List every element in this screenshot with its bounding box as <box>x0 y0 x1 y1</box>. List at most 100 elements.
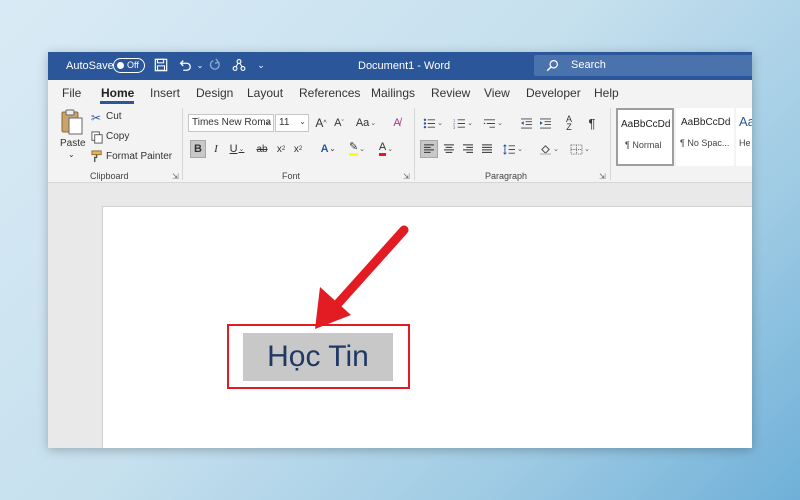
superscript-icon[interactable]: x2 <box>291 140 305 158</box>
style-heading[interactable]: Aa He <box>736 108 752 166</box>
chevron-down-icon: ⌄ <box>387 146 394 153</box>
paragraph-launcher-icon[interactable]: ⇲ <box>599 172 606 181</box>
tab-insert[interactable]: Insert <box>150 86 180 100</box>
font-name-combo[interactable]: Times New Roma ⌄ <box>188 114 274 132</box>
chevron-down-icon: ⌄ <box>359 146 366 153</box>
align-right-icon[interactable] <box>459 140 477 158</box>
borders-icon[interactable]: ⌄ <box>566 140 594 158</box>
search-placeholder: Search <box>571 59 606 71</box>
ribbon: Paste ⌄ ✂ Cut Copy Format Painter Clipbo… <box>48 104 752 183</box>
numbering-icon[interactable]: 1 2 3 ⌄ <box>450 114 476 132</box>
save-icon[interactable] <box>152 56 170 74</box>
format-painter-icon <box>91 150 104 166</box>
multilevel-list-icon[interactable]: ⌄ <box>480 114 506 132</box>
scissors-icon: ✂ <box>91 111 102 125</box>
paste-icon <box>61 109 83 135</box>
chevron-down-icon: ⌄ <box>299 117 306 126</box>
cut-label[interactable]: Cut <box>106 111 122 122</box>
style-no-spacing[interactable]: AaBbCcDd ¶ No Spac... <box>676 108 734 166</box>
redo-icon[interactable] <box>206 56 224 74</box>
shading-icon[interactable]: ⌄ <box>536 140 562 158</box>
tab-mailings[interactable]: Mailings <box>371 86 415 100</box>
group-divider <box>610 108 611 180</box>
format-painter-label[interactable]: Format Painter <box>106 151 172 162</box>
chevron-down-icon: ⌄ <box>517 146 523 153</box>
font-size-combo[interactable]: 11 ⌄ <box>275 114 309 132</box>
style-normal[interactable]: AaBbCcDd ¶ Normal <box>616 108 674 166</box>
show-formatting-icon[interactable]: ¶ <box>585 114 599 132</box>
align-center-icon[interactable] <box>440 140 458 158</box>
tab-file[interactable]: File <box>62 86 81 100</box>
share-network-icon[interactable] <box>230 56 248 74</box>
word-window: AutoSave Off ⌄ ⌄ Document1 - Word Search… <box>48 52 752 448</box>
document-title: Document1 - Word <box>358 60 451 72</box>
tab-view[interactable]: View <box>484 86 510 100</box>
copy-label[interactable]: Copy <box>106 131 129 142</box>
tab-layout[interactable]: Layout <box>247 86 283 100</box>
ribbon-tabs: File Home Insert Design Layout Reference… <box>48 80 752 104</box>
chevron-down-icon: ⌄ <box>553 146 559 153</box>
bullets-icon[interactable]: ⌄ <box>420 114 446 132</box>
svg-text:3: 3 <box>453 126 455 129</box>
increase-indent-icon[interactable] <box>537 114 553 132</box>
paragraph-group-label: Paragraph <box>485 171 528 181</box>
tab-review[interactable]: Review <box>431 86 470 100</box>
font-size-value: 11 <box>279 117 290 128</box>
align-left-icon[interactable] <box>420 140 438 158</box>
group-divider <box>182 108 183 180</box>
chevron-down-icon: ⌄ <box>238 146 245 153</box>
clear-formatting-icon[interactable]: A̸ <box>388 114 406 132</box>
autosave-label: AutoSave <box>66 60 114 72</box>
style-name: ¶ No Spac... <box>680 138 730 148</box>
group-divider <box>414 108 415 180</box>
search-box[interactable]: Search <box>534 55 752 76</box>
clipboard-group-label: Clipboard <box>90 171 129 181</box>
justify-icon[interactable] <box>478 140 496 158</box>
selected-text[interactable]: Học Tin <box>243 333 393 381</box>
bold-icon[interactable]: B <box>190 140 206 158</box>
chevron-down-icon: ⌄ <box>264 117 271 126</box>
tab-developer[interactable]: Developer <box>526 86 581 100</box>
subscript-icon[interactable]: x2 <box>274 140 288 158</box>
font-name-value: Times New Roma <box>192 117 272 128</box>
customize-toolbar-icon[interactable]: ⌄ <box>252 56 270 74</box>
highlight-color-icon[interactable]: ✎ ⌄ <box>345 140 369 158</box>
chevron-down-icon: ⌄ <box>497 120 503 127</box>
underline-icon[interactable]: U ⌄ <box>226 140 248 158</box>
text-effects-icon[interactable]: A ⌄ <box>316 140 340 158</box>
style-sample: AaBbCcDd <box>621 119 671 130</box>
line-spacing-icon[interactable]: ⌄ <box>500 140 526 158</box>
sort-icon[interactable]: AZ <box>561 114 577 132</box>
chevron-down-icon: ⌄ <box>437 120 443 127</box>
chevron-down-icon: ⌄ <box>584 146 590 153</box>
style-name: He <box>739 138 751 148</box>
font-color-icon[interactable]: A ⌄ <box>374 140 398 158</box>
tab-design[interactable]: Design <box>196 86 233 100</box>
tab-references[interactable]: References <box>299 86 360 100</box>
tab-help[interactable]: Help <box>594 86 619 100</box>
change-case-label: Aa <box>355 117 370 129</box>
tab-home[interactable]: Home <box>101 86 134 100</box>
decrease-indent-icon[interactable] <box>518 114 534 132</box>
shrink-font-icon[interactable]: Aˇ <box>331 114 347 132</box>
search-icon <box>546 60 558 72</box>
chevron-down-icon: ⌄ <box>329 146 336 153</box>
document-page[interactable]: Học Tin <box>102 206 752 448</box>
font-launcher-icon[interactable]: ⇲ <box>403 172 410 181</box>
paste-label[interactable]: Paste <box>60 138 86 149</box>
title-bar: AutoSave Off ⌄ ⌄ Document1 - Word Search <box>48 52 752 80</box>
autosave-toggle[interactable]: Off <box>113 58 145 73</box>
paste-dropdown-icon[interactable]: ⌄ <box>68 150 75 159</box>
change-case-button[interactable]: Aa ⌄ <box>353 114 379 132</box>
paste-button[interactable] <box>60 108 84 139</box>
style-sample: Aa <box>739 114 752 129</box>
chevron-down-icon: ⌄ <box>467 120 473 127</box>
font-group-label: Font <box>282 171 301 181</box>
autosave-state: Off <box>127 60 139 70</box>
chevron-down-icon: ⌄ <box>370 120 377 127</box>
grow-font-icon[interactable]: A ^ <box>313 114 329 132</box>
strikethrough-icon[interactable]: ab <box>252 140 272 158</box>
italic-icon[interactable]: I <box>209 140 223 158</box>
clipboard-launcher-icon[interactable]: ⇲ <box>172 172 179 181</box>
document-canvas: Học Tin <box>48 183 752 448</box>
